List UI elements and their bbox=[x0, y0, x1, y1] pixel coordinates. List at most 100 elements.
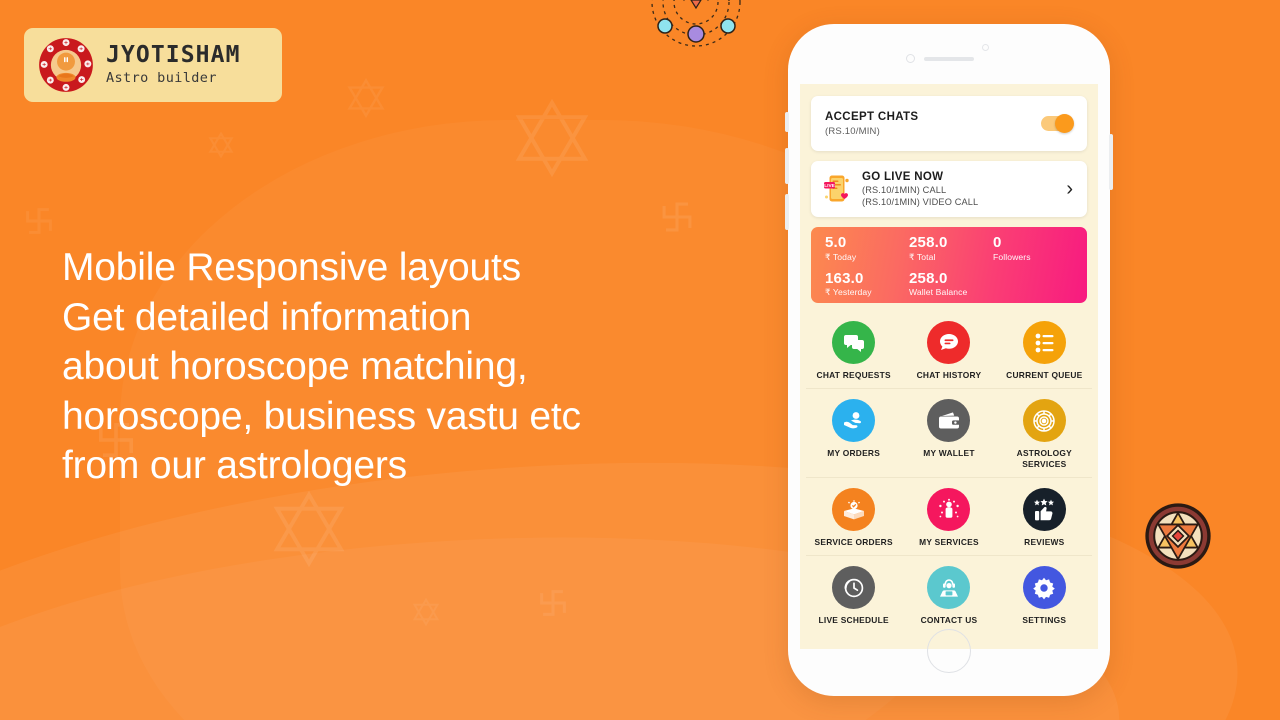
hexagram-watermark-icon bbox=[512, 98, 592, 178]
stat-value: 163.0 bbox=[825, 269, 864, 287]
stat-followers: 0 Followers bbox=[993, 235, 1073, 268]
feature-reviews[interactable]: REVIEWS bbox=[997, 488, 1092, 548]
feature-label: CHAT REQUESTS bbox=[816, 370, 891, 380]
queue-list-icon bbox=[1022, 321, 1066, 364]
swastika-watermark-icon bbox=[24, 206, 54, 236]
hexagram-watermark-icon bbox=[270, 490, 348, 568]
solar-orbit-icon bbox=[650, 0, 742, 48]
feature-row: SERVICE ORDERS MY SERVICES REVIEWS bbox=[806, 478, 1092, 556]
go-live-texts: GO LIVE NOW (RS.10/1MIN) CALL (RS.10/1MI… bbox=[862, 171, 1055, 207]
hexagram-watermark-icon bbox=[208, 132, 234, 158]
hand-order-icon bbox=[832, 399, 876, 442]
home-button-icon[interactable] bbox=[927, 629, 971, 673]
feature-settings[interactable]: SETTINGS bbox=[997, 566, 1092, 626]
accept-chats-toggle[interactable] bbox=[1041, 114, 1074, 133]
stat-total: 258.0 ₹ Total bbox=[909, 235, 989, 268]
logo-badge[interactable]: JYOTISHAM Astro builder bbox=[24, 28, 282, 102]
stat-value: 5.0 bbox=[825, 234, 847, 251]
gear-icon bbox=[1022, 566, 1066, 609]
astrology-spiral-icon bbox=[1022, 399, 1066, 442]
feature-label: LIVE SCHEDULE bbox=[818, 615, 889, 625]
stat-label: Wallet Balance bbox=[909, 287, 968, 298]
feature-row: LIVE SCHEDULE CONTACT US SETTINGS bbox=[806, 556, 1092, 633]
feature-chat-history[interactable]: CHAT HISTORY bbox=[901, 321, 996, 381]
earnings-stats-card: 5.0 ₹ Today 258.0 ₹ Total 0 Followers 16… bbox=[811, 227, 1087, 303]
headline-line: Mobile Responsive layouts bbox=[62, 246, 521, 289]
phone-mockup: ACCEPT CHATS (RS.10/MIN) LIVE GO LIVE NO… bbox=[785, 24, 1113, 696]
feature-chat-requests[interactable]: CHAT REQUESTS bbox=[806, 321, 901, 381]
feature-label: MY ORDERS bbox=[827, 448, 881, 458]
feature-label: SETTINGS bbox=[1022, 615, 1067, 625]
chat-bubbles-icon bbox=[832, 321, 876, 364]
go-live-card[interactable]: LIVE GO LIVE NOW (RS.10/1MIN) CALL (RS.1… bbox=[811, 161, 1087, 217]
stat-value: 0 bbox=[993, 234, 1002, 251]
feature-my-services[interactable]: MY SERVICES bbox=[901, 488, 996, 548]
feature-my-orders[interactable]: MY ORDERS bbox=[806, 399, 901, 470]
feature-my-wallet[interactable]: MY WALLET bbox=[901, 399, 996, 470]
feature-current-queue[interactable]: CURRENT QUEUE bbox=[997, 321, 1092, 381]
feature-label: MY SERVICES bbox=[919, 537, 979, 547]
stat-label: ₹ Today bbox=[825, 251, 857, 262]
feature-contact-us[interactable]: CONTACT US bbox=[901, 566, 996, 626]
swastika-watermark-icon bbox=[660, 200, 694, 234]
stat-value: 258.0 bbox=[909, 269, 948, 287]
headline: Mobile Responsive layouts Get detailed i… bbox=[62, 243, 722, 491]
feature-label: REVIEWS bbox=[1024, 537, 1065, 547]
zodiac-wheel-icon bbox=[38, 37, 94, 93]
feature-live-schedule[interactable]: LIVE SCHEDULE bbox=[806, 566, 901, 626]
stat-today: 5.0 ₹ Today bbox=[825, 235, 905, 268]
headline-line: horoscope, business vastu etc bbox=[62, 394, 581, 438]
proximity-sensor-icon bbox=[982, 44, 989, 51]
service-box-icon bbox=[832, 488, 876, 531]
stat-wallet-balance: 258.0 Wallet Balance bbox=[909, 269, 989, 304]
stat-label: ₹ Yesterday bbox=[825, 287, 872, 298]
logo-title: JYOTISHAM bbox=[106, 42, 241, 69]
phone-volume-down-button[interactable] bbox=[785, 194, 789, 230]
logo-subtitle: Astro builder bbox=[106, 70, 217, 87]
feature-label: CURRENT QUEUE bbox=[1006, 370, 1083, 380]
support-headset-icon bbox=[927, 566, 971, 609]
phone-top-bezel bbox=[788, 24, 1110, 84]
logo-text: JYOTISHAM Astro builder bbox=[106, 44, 241, 86]
phone-power-button[interactable] bbox=[1109, 134, 1113, 190]
stat-empty bbox=[993, 271, 1073, 304]
headline-line: from our astrologers bbox=[62, 444, 407, 487]
headline-line: about horoscope matching, bbox=[62, 345, 528, 388]
stat-label: ₹ Total bbox=[909, 251, 936, 262]
feature-row: MY ORDERS MY WALLET ASTROLOGY SERVICES bbox=[806, 389, 1092, 478]
stat-label: Followers bbox=[993, 251, 1031, 262]
accept-chats-title: ACCEPT CHATS bbox=[825, 110, 919, 123]
feature-label: MY WALLET bbox=[923, 448, 975, 458]
go-live-call-rate: (RS.10/1MIN) CALL bbox=[862, 185, 947, 195]
accept-chats-card[interactable]: ACCEPT CHATS (RS.10/MIN) bbox=[811, 96, 1087, 151]
chevron-right-icon[interactable]: › bbox=[1066, 179, 1075, 199]
live-stream-phone-icon: LIVE bbox=[823, 174, 851, 204]
thumbs-up-stars-icon bbox=[1022, 488, 1066, 531]
feature-service-orders[interactable]: SERVICE ORDERS bbox=[806, 488, 901, 548]
feature-astrology-services[interactable]: ASTROLOGY SERVICES bbox=[997, 399, 1092, 470]
accept-chats-texts: ACCEPT CHATS (RS.10/MIN) bbox=[825, 111, 1041, 137]
phone-mute-switch[interactable] bbox=[785, 112, 789, 132]
hexagram-watermark-icon bbox=[346, 78, 386, 118]
wallet-icon bbox=[927, 399, 971, 442]
hexagram-watermark-icon bbox=[412, 598, 440, 626]
feature-grid: CHAT REQUESTS CHAT HISTORY CURRENT QUEUE… bbox=[800, 303, 1098, 633]
feature-row: CHAT REQUESTS CHAT HISTORY CURRENT QUEUE bbox=[806, 311, 1092, 389]
feature-label: CONTACT US bbox=[920, 615, 978, 625]
swastika-watermark-icon bbox=[538, 588, 568, 618]
feature-label: CHAT HISTORY bbox=[916, 370, 982, 380]
go-live-title: GO LIVE NOW bbox=[862, 171, 944, 183]
mandala-hexagram-icon bbox=[1144, 502, 1212, 570]
accept-chats-rate: (RS.10/MIN) bbox=[825, 125, 880, 137]
phone-volume-up-button[interactable] bbox=[785, 148, 789, 184]
feature-label: ASTROLOGY SERVICES bbox=[1016, 448, 1072, 469]
my-services-icon bbox=[927, 488, 971, 531]
stat-yesterday: 163.0 ₹ Yesterday bbox=[825, 269, 905, 304]
front-camera-icon bbox=[906, 54, 915, 63]
go-live-video-rate: (RS.10/1MIN) VIDEO CALL bbox=[862, 197, 979, 207]
stat-value: 258.0 bbox=[909, 234, 948, 251]
feature-label: SERVICE ORDERS bbox=[814, 537, 893, 547]
phone-screen: ACCEPT CHATS (RS.10/MIN) LIVE GO LIVE NO… bbox=[800, 84, 1098, 649]
clock-schedule-icon bbox=[832, 566, 876, 609]
headline-line: Get detailed information bbox=[62, 295, 472, 339]
